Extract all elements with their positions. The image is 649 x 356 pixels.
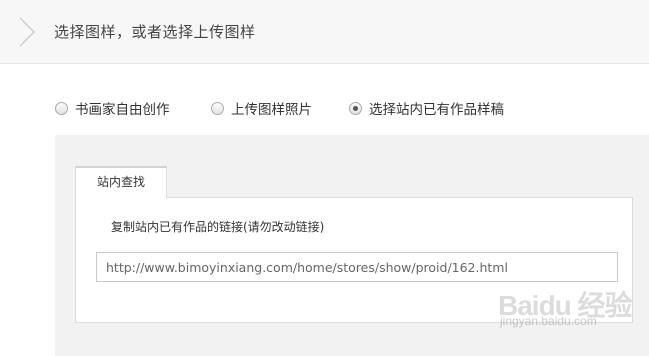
radio-free-creation[interactable]: 书画家自由创作 [55, 98, 170, 118]
radio-upload-photo-indicator[interactable] [211, 101, 224, 115]
link-instruction: 复制站内已有作品的链接(请勿改动链接) [111, 220, 325, 234]
page-header: 选择图样，或者选择上传图样 [0, 0, 649, 64]
radio-existing-work[interactable]: 选择站内已有作品样稿 [349, 98, 504, 118]
search-panel: 站内查找 复制站内已有作品的链接(请勿改动链接) [55, 135, 649, 356]
page-title: 选择图样，或者选择上传图样 [54, 23, 256, 41]
radio-upload-photo[interactable]: 上传图样照片 [211, 98, 312, 118]
work-url-input[interactable] [96, 252, 618, 282]
radio-existing-work-indicator[interactable] [349, 101, 362, 115]
tab-content: 复制站内已有作品的链接(请勿改动链接) [75, 197, 633, 323]
chevron-right-icon [19, 17, 36, 47]
radio-upload-photo-label[interactable]: 上传图样照片 [231, 98, 312, 118]
radio-free-creation-label[interactable]: 书画家自由创作 [75, 98, 170, 118]
radio-free-creation-indicator[interactable] [55, 101, 68, 115]
radio-existing-work-label[interactable]: 选择站内已有作品样稿 [369, 98, 504, 118]
tab-site-search[interactable]: 站内查找 [75, 166, 167, 198]
source-option-group: 书画家自由创作 上传图样照片 选择站内已有作品样稿 [0, 98, 649, 120]
